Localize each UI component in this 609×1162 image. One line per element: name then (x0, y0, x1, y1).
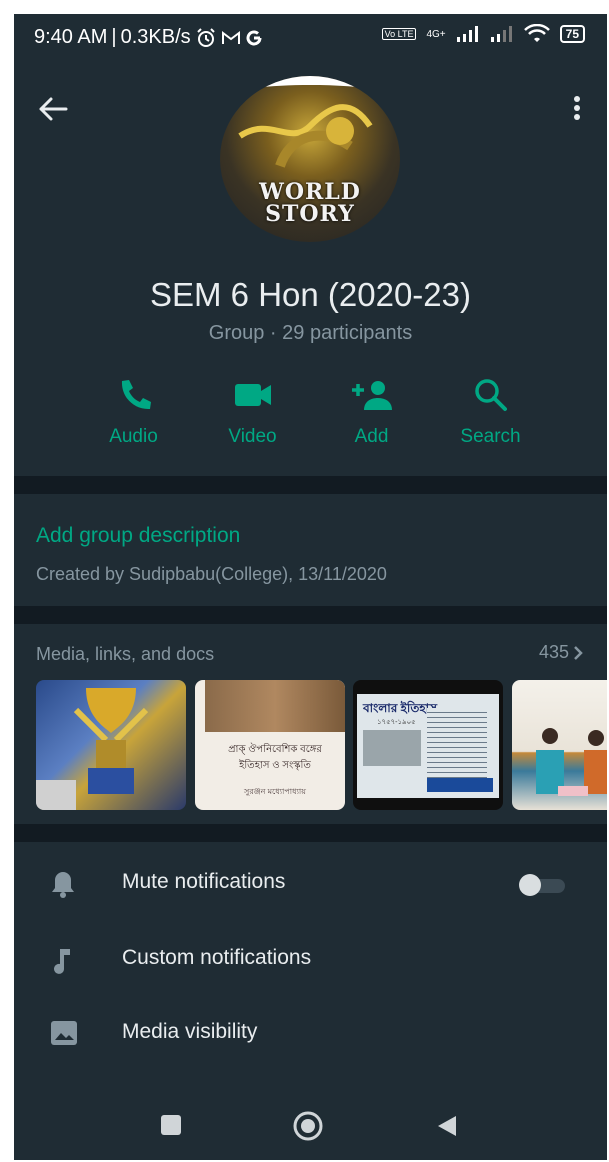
group-avatar[interactable]: WORLD STORY (220, 76, 400, 242)
mute-notifications-row[interactable]: Mute notifications (14, 848, 607, 918)
kebab-menu-icon (574, 96, 580, 120)
media-title: Media, links, and docs (36, 644, 215, 664)
media-section: Media, links, and docs 435 প্রাক্‌ ঔপনিব… (14, 624, 607, 824)
add-group-description-link[interactable]: Add group description (36, 524, 240, 548)
avatar-text-line2: STORY (265, 201, 355, 227)
network-type: 4G+ (426, 28, 446, 40)
toggle-knob (519, 874, 541, 896)
search-icon (474, 379, 507, 411)
media-thumbnail[interactable]: বাংলার ইতিহাস ১৭৫৭-১৯০৫ (353, 680, 503, 810)
triangle-back-icon (438, 1116, 456, 1136)
description-section: Add group description Created by Sudipba… (14, 494, 607, 606)
phone-icon (121, 380, 151, 410)
video-call-button[interactable]: Video (193, 378, 312, 448)
media-count: 435 (538, 642, 569, 662)
status-bar: 9:40 AM | 0.3KB/s Vo LTE 4G+ 75 (14, 14, 607, 60)
media-thumbnail[interactable] (36, 680, 186, 810)
search-label: Search (460, 426, 521, 447)
audio-call-label: Audio (109, 426, 158, 447)
media-thumbnail[interactable]: প্রাক্‌ ঔপনিবেশিক বঙ্গের ইতিহাস ও সংস্কৃ… (195, 680, 345, 810)
book-author: সুরঞ্জন মধ্যোপাধ্যায় (244, 787, 306, 796)
group-subtitle: Group · 29 participants (208, 322, 413, 344)
circle-home-icon (293, 1111, 323, 1141)
status-right: Vo LTE 4G+ 75 (381, 24, 585, 44)
action-bar: Audio Video Add Search (74, 378, 550, 448)
book-cover: বাংলার ইতিহাস ১৭৫৭-১৯০৫ (357, 694, 499, 798)
recents-button[interactable] (160, 1114, 182, 1141)
book-cover-art (205, 680, 345, 732)
bell-icon (52, 872, 74, 898)
mute-notifications-label: Mute notifications (122, 870, 286, 893)
back-button[interactable] (38, 96, 68, 127)
trophy-image-icon (36, 688, 149, 810)
app-frame: 9:40 AM | 0.3KB/s Vo LTE 4G+ 75 WORLD ST… (14, 14, 607, 1160)
alarm-icon (196, 27, 215, 47)
created-by-text: Created by Sudipbabu(College), 13/11/202… (36, 564, 387, 584)
back-arrow-icon (39, 97, 68, 121)
mute-notifications-toggle[interactable] (519, 874, 565, 896)
gmail-icon (221, 30, 240, 44)
media-count-link[interactable]: 435 (539, 642, 583, 663)
status-speed: 0.3KB/s (120, 26, 191, 48)
add-participant-label: Add (354, 426, 389, 447)
volte-icon: Vo LTE (381, 28, 417, 40)
group-header: WORLD STORY SEM 6 Hon (2020-23) Group · … (14, 60, 607, 476)
book-cover-picture (363, 730, 421, 766)
media-visibility-label: Media visibility (122, 1020, 258, 1043)
more-options-button[interactable] (573, 96, 581, 125)
signal-icon (456, 26, 478, 42)
book-cover-barcode-area (427, 778, 493, 792)
group-name: SEM 6 Hon (2020-23) (150, 276, 471, 313)
settings-section: Mute notifications Custom notifications … (14, 842, 607, 1112)
home-button[interactable] (292, 1110, 324, 1147)
status-time: 9:40 AM (34, 26, 108, 48)
book-cover-years: ১৭৫৭-১৯০৫ (377, 719, 416, 726)
status-separator: | (111, 26, 117, 48)
video-camera-icon (234, 384, 271, 406)
add-person-icon (351, 381, 392, 410)
square-icon (161, 1115, 181, 1135)
book-title-line2: ইতিহাস ও সংস্কৃতি (239, 760, 311, 771)
book-title-line1: প্রাক্‌ ঔপনিবেশিক বঙ্গের (228, 744, 322, 755)
search-button[interactable]: Search (431, 378, 550, 448)
battery-indicator: 75 (559, 25, 585, 43)
avatar-text: WORLD STORY (220, 181, 400, 225)
image-icon (51, 1021, 77, 1045)
add-participant-button[interactable]: Add (312, 378, 431, 448)
status-left: 9:40 AM | 0.3KB/s (34, 26, 263, 49)
google-icon (246, 29, 262, 45)
music-note-icon (54, 949, 70, 974)
book-cover-text-lines (427, 708, 487, 788)
custom-notifications-row[interactable]: Custom notifications (14, 924, 607, 994)
event-photo-icon (536, 728, 607, 796)
back-nav-button[interactable] (436, 1114, 458, 1143)
wifi-icon (523, 24, 550, 42)
media-visibility-row[interactable]: Media visibility (14, 998, 607, 1068)
system-nav-bar (14, 1094, 607, 1160)
audio-call-button[interactable]: Audio (74, 378, 193, 448)
custom-notifications-label: Custom notifications (122, 946, 312, 969)
media-thumbnail[interactable] (512, 680, 607, 810)
video-call-label: Video (228, 426, 277, 447)
signal-icon-2 (490, 26, 512, 42)
chevron-right-icon (574, 645, 583, 660)
